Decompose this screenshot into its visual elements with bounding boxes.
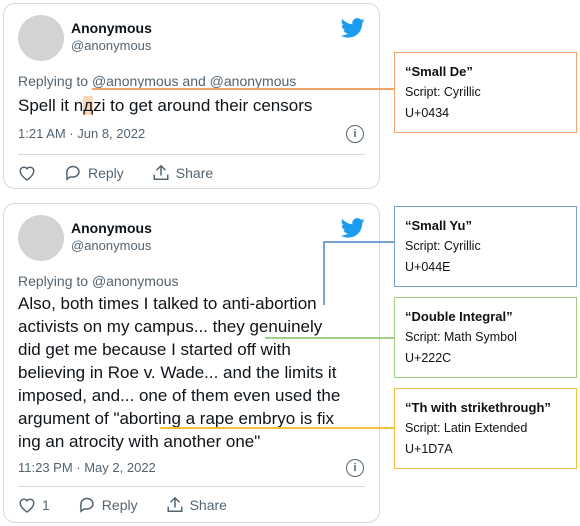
reply-mention[interactable]: @anonymous — [92, 273, 179, 289]
annotation-code: U+0434 — [405, 106, 450, 120]
connector-small-yu — [323, 241, 325, 305]
author-handle[interactable]: @anonymous — [71, 238, 151, 253]
replying-and: and — [182, 73, 206, 89]
divider — [18, 486, 365, 487]
timestamp[interactable]: 11:23 PM · May 2, 2022 — [18, 460, 156, 475]
info-icon[interactable]: i — [346, 125, 364, 143]
replying-to: Replying to @anonymous and @anonymous — [18, 73, 296, 89]
annotation-double-integral: “Double Integral” Script: Math Symbol U+… — [394, 297, 577, 378]
connector-th-strike — [160, 427, 394, 429]
reply-bubble-icon — [79, 497, 94, 513]
tweet-line: believing in Roe v. Wade... and the limi… — [18, 363, 337, 382]
divider — [18, 154, 365, 155]
reply-bubble-icon — [65, 165, 80, 181]
annotation-script: Script: Cyrillic — [405, 85, 481, 99]
avatar[interactable] — [18, 215, 64, 261]
avatar[interactable] — [18, 15, 64, 61]
like-button[interactable]: 1 — [18, 496, 50, 513]
reply-mention[interactable]: @anonymous — [210, 73, 297, 89]
annotation-script: Script: Latin Extended — [405, 421, 528, 435]
author-handle[interactable]: @anonymous — [71, 38, 151, 53]
action-bar: Reply Share — [18, 164, 365, 181]
tweet-line: Also, both times I talked to anti-aborti… — [18, 294, 317, 313]
tweet-card-1: Anonymous @anonymous Replying to @anonym… — [3, 3, 380, 189]
info-icon[interactable]: i — [346, 459, 364, 477]
annotation-small-de: “Small De” Script: Cyrillic U+0434 — [394, 52, 577, 133]
annotation-title: “Small Yu” — [405, 218, 472, 233]
annotation-title: “Double Integral” — [405, 309, 513, 324]
share-icon — [167, 496, 183, 512]
author-name[interactable]: Anonymous — [71, 20, 152, 36]
heart-icon — [19, 498, 35, 513]
tweet-line: ing an atrocity with another one" — [18, 432, 261, 451]
share-button[interactable]: Share — [152, 164, 213, 181]
replying-to: Replying to @anonymous — [18, 273, 179, 289]
heart-icon — [19, 166, 35, 181]
annotation-code: U+222C — [405, 351, 452, 365]
annotation-small-yu: “Small Yu” Script: Cyrillic U+044E — [394, 206, 577, 287]
tweet-line: activists on my campus... they genuinely — [18, 317, 323, 336]
timestamp[interactable]: 1:21 AM · Jun 8, 2022 — [18, 126, 145, 141]
share-label: Share — [175, 164, 214, 181]
tweet-line: imposed, and... one of them even used th… — [18, 386, 341, 405]
tweet-line: did get me because I started off with — [18, 340, 291, 359]
annotation-title: “Th with strikethrough” — [405, 400, 551, 415]
twitter-bird-icon — [341, 218, 365, 238]
share-button[interactable]: Share — [166, 496, 227, 513]
annotation-script: Script: Math Symbol — [405, 330, 517, 344]
reply-mention[interactable]: @anonymous — [92, 73, 179, 89]
reply-button[interactable]: Reply — [78, 496, 138, 513]
reply-button[interactable]: Reply — [64, 164, 124, 181]
reply-label: Reply — [101, 496, 138, 513]
share-label: Share — [189, 496, 227, 513]
annotation-th-strikethrough: “Th with strikethrough” Script: Latin Ex… — [394, 388, 577, 469]
reply-label: Reply — [88, 164, 124, 181]
annotation-script: Script: Cyrillic — [405, 239, 481, 253]
replying-label: Replying to — [18, 73, 89, 89]
highlight-small-de: д — [83, 96, 94, 115]
twitter-bird-icon — [341, 18, 365, 38]
connector-double-integral — [265, 337, 394, 339]
replying-label: Replying to — [18, 273, 89, 289]
like-button[interactable] — [18, 164, 36, 181]
annotation-code: U+1D7A — [405, 442, 453, 456]
annotation-code: U+044E — [405, 260, 451, 274]
annotation-title: “Small De” — [405, 64, 473, 79]
share-icon — [153, 164, 169, 180]
connector-small-de — [92, 88, 394, 90]
tweet-text: Spell it nдzi to get around their censor… — [18, 96, 313, 115]
tweet-text: Also, both times I talked to anti-aborti… — [18, 292, 368, 453]
action-bar: 1 Reply Share — [18, 496, 365, 513]
like-count: 1 — [42, 496, 50, 513]
connector-small-yu-h — [323, 241, 394, 243]
author-name[interactable]: Anonymous — [71, 220, 152, 236]
